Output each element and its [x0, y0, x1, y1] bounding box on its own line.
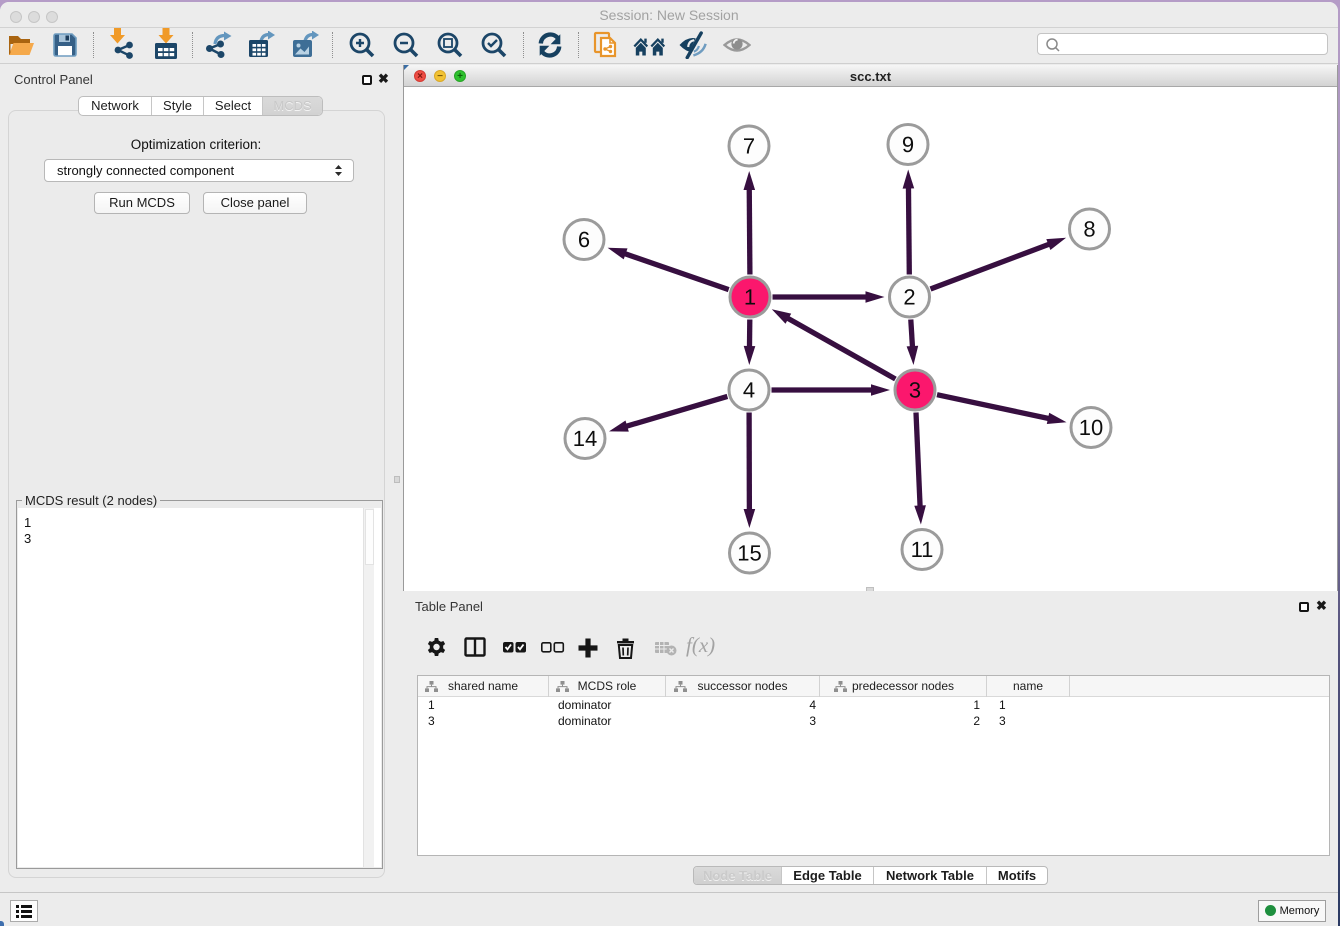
svg-text:4: 4	[743, 378, 755, 403]
svg-text:8: 8	[1083, 217, 1095, 242]
svg-text:2: 2	[903, 285, 915, 310]
svg-text:7: 7	[743, 134, 755, 159]
svg-text:10: 10	[1079, 415, 1103, 440]
svg-text:9: 9	[902, 132, 914, 157]
svg-text:3: 3	[909, 378, 921, 403]
svg-text:15: 15	[737, 541, 761, 566]
svg-text:11: 11	[911, 537, 934, 562]
svg-text:14: 14	[573, 426, 597, 451]
svg-text:1: 1	[744, 285, 756, 310]
svg-text:6: 6	[578, 227, 590, 252]
